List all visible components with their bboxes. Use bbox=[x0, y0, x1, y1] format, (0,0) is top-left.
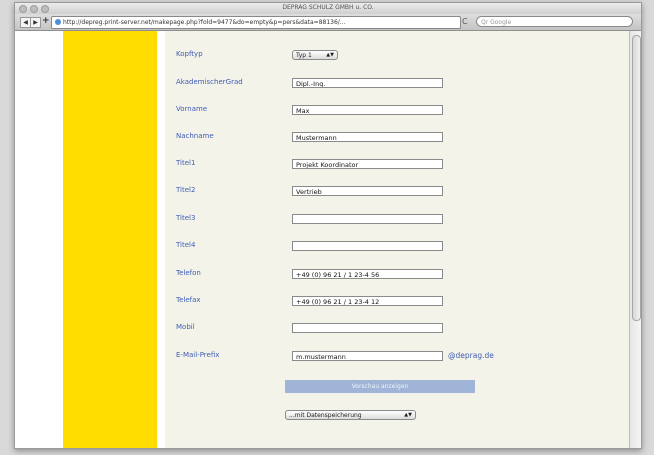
label-akademischer-grad: AkademischerGrad bbox=[176, 78, 243, 86]
label-titel2: Titel2 bbox=[176, 186, 196, 194]
forward-button[interactable]: ▶ bbox=[30, 17, 41, 28]
address-bar[interactable]: http://depreg.print-server.net/makepage.… bbox=[51, 16, 461, 29]
email-domain-suffix: @deprag.de bbox=[448, 351, 494, 360]
kopftyp-select[interactable]: Typ 1 ▲▼ bbox=[292, 50, 338, 60]
label-titel3: Titel3 bbox=[176, 214, 196, 222]
add-bookmark-button[interactable]: + bbox=[42, 17, 50, 26]
titel2-field[interactable]: Vertrieb bbox=[292, 186, 443, 196]
kopftyp-value: Typ 1 bbox=[296, 52, 312, 59]
label-telefon: Telefon bbox=[176, 269, 201, 277]
titel3-field[interactable] bbox=[292, 214, 443, 224]
titel1-field[interactable]: Projekt Koordinator bbox=[292, 159, 443, 169]
vorname-field[interactable]: Max bbox=[292, 105, 443, 115]
titel4-field[interactable] bbox=[292, 241, 443, 251]
label-titel4: Titel4 bbox=[176, 241, 196, 249]
page-viewport: Kopftyp Typ 1 ▲▼ AkademischerGrad Dipl.-… bbox=[15, 31, 629, 448]
search-input[interactable]: Qr Google bbox=[476, 16, 633, 27]
akademischer-grad-field[interactable]: Dipl.-Ing. bbox=[292, 78, 443, 88]
url-text: http://depreg.print-server.net/makepage.… bbox=[63, 19, 346, 26]
label-telefax: Telefax bbox=[176, 296, 201, 304]
label-titel1: Titel1 bbox=[176, 159, 196, 167]
select-arrows-icon: ▲▼ bbox=[326, 52, 334, 58]
label-nachname: Nachname bbox=[176, 132, 214, 140]
browser-toolbar: ◀ ▶ + http://depreg.print-server.net/mak… bbox=[15, 14, 641, 31]
scrollbar-thumb[interactable] bbox=[632, 35, 641, 321]
nachname-field[interactable]: Mustermann bbox=[292, 132, 443, 142]
site-icon bbox=[55, 19, 61, 25]
mobil-field[interactable] bbox=[292, 323, 443, 333]
reload-icon[interactable]: C bbox=[462, 17, 468, 26]
email-prefix-field[interactable]: m.mustermann bbox=[292, 351, 443, 361]
browser-window: DEPRAG SCHULZ GMBH u. CO. ◀ ▶ + http://d… bbox=[14, 2, 642, 449]
preview-button[interactable]: Vorschau anzeigen bbox=[285, 380, 475, 393]
label-kopftyp: Kopftyp bbox=[176, 50, 203, 58]
save-option-value: ...mit Datenspeicherung bbox=[289, 412, 362, 419]
yellow-sidebar bbox=[63, 31, 157, 448]
select-arrows-icon: ▲▼ bbox=[404, 412, 412, 418]
title-bar: DEPRAG SCHULZ GMBH u. CO. bbox=[15, 3, 641, 14]
label-vorname: Vorname bbox=[176, 105, 208, 113]
window-title: DEPRAG SCHULZ GMBH u. CO. bbox=[282, 4, 374, 11]
label-mobil: Mobil bbox=[176, 323, 195, 331]
vertical-scrollbar[interactable] bbox=[629, 31, 641, 448]
telefax-field[interactable]: +49 (0) 96 21 / 1 23-4 12 bbox=[292, 296, 443, 306]
telefon-field[interactable]: +49 (0) 96 21 / 1 23-4 56 bbox=[292, 269, 443, 279]
save-option-select[interactable]: ...mit Datenspeicherung ▲▼ bbox=[285, 410, 416, 420]
label-email-prefix: E-Mail-Prefix bbox=[176, 351, 220, 359]
